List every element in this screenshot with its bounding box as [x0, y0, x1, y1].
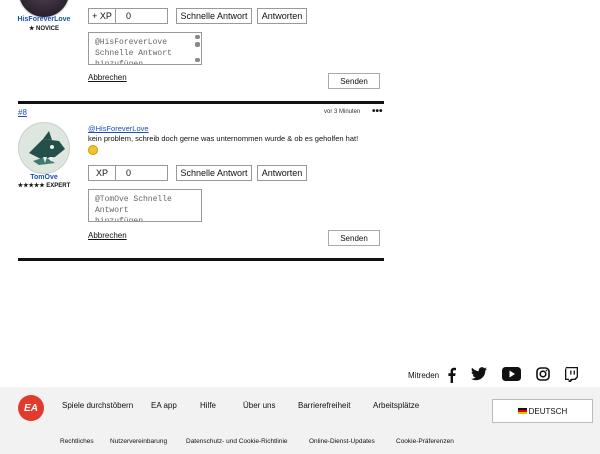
twitter-icon[interactable]	[471, 367, 487, 381]
footer-nav-ea-app[interactable]: EA app	[151, 401, 177, 410]
post-timestamp: vor 3 Minuten	[324, 109, 361, 115]
footer-nav-help[interactable]: Hilfe	[200, 401, 216, 410]
german-flag-icon	[517, 408, 527, 414]
xp-value[interactable]: 0	[116, 8, 168, 24]
facebook-icon[interactable]	[447, 367, 457, 383]
add-xp-button[interactable]: + XP	[88, 8, 116, 24]
xp-value[interactable]: 0	[116, 165, 168, 181]
more-options-icon[interactable]: •••	[372, 106, 383, 117]
cancel-link[interactable]: Abbrechen	[88, 231, 127, 240]
dragon-skull-icon	[29, 131, 65, 165]
post-author-rank: ★★★★★ EXPERT	[17, 183, 71, 189]
reply-button[interactable]: Antworten	[257, 8, 307, 24]
quick-reply-button[interactable]: Schnelle Antwort	[176, 8, 252, 24]
instagram-icon[interactable]	[536, 367, 550, 381]
post-body-text: kein problem, schreib doch gerne was unt…	[88, 134, 359, 143]
site-footer: EA Spiele durchstöbern EA app Hilfe Über…	[0, 387, 600, 454]
reply-textarea[interactable]: @HisForeverLove Schnelle Antwort hinzufü…	[88, 32, 202, 65]
send-button[interactable]: Senden	[328, 230, 380, 246]
youtube-icon[interactable]	[502, 367, 521, 381]
quick-reply-button[interactable]: Schnelle Antwort	[176, 165, 252, 181]
post-divider	[18, 258, 384, 261]
legal-link-online-updates[interactable]: Online-Dienst-Updates	[309, 438, 375, 445]
post-author-rank: ★ NOVICE	[28, 26, 60, 32]
language-selector[interactable]: DEUTSCH	[492, 399, 593, 423]
ea-logo[interactable]: EA	[18, 395, 44, 421]
legal-link-legal[interactable]: Rechtliches	[60, 438, 94, 445]
reply-placeholder: @TomOve Schnelle Antwort hinzufügen...	[95, 195, 172, 222]
reply-button[interactable]: Antworten	[257, 165, 307, 181]
post-number-link[interactable]: #8	[18, 108, 27, 117]
post-divider	[18, 101, 384, 104]
twitch-icon[interactable]	[565, 367, 578, 382]
cancel-link[interactable]: Abbrechen	[88, 73, 127, 82]
add-xp-button[interactable]: XP	[88, 165, 116, 181]
post-author-name[interactable]: TomOve	[14, 174, 74, 181]
send-button[interactable]: Senden	[328, 73, 380, 89]
avatar[interactable]	[18, 122, 70, 174]
social-bar: Mitreden	[408, 366, 445, 384]
reply-textarea[interactable]: @TomOve Schnelle Antwort hinzufügen...	[88, 189, 202, 222]
xp-stepper: + XP 0	[88, 8, 168, 24]
post-author-name[interactable]: HisForeverLove	[14, 16, 74, 23]
social-label: Mitreden	[408, 370, 440, 380]
scrollbar[interactable]	[195, 35, 200, 62]
language-label: DEUTSCH	[528, 406, 568, 416]
legal-link-user-agreement[interactable]: Nutzervereinbarung	[110, 438, 167, 445]
footer-nav-accessibility[interactable]: Barrierefreiheit	[298, 401, 350, 410]
legal-link-cookie-preferences[interactable]: Cookie-Präferenzen	[396, 438, 454, 445]
mention-link[interactable]: @HisForeverLove	[88, 124, 149, 133]
xp-stepper: XP 0	[88, 165, 168, 181]
footer-nav-careers[interactable]: Arbeitsplätze	[373, 401, 419, 410]
legal-link-privacy[interactable]: Datenschutz- und Cookie-Richtlinie	[186, 438, 288, 445]
smiley-emoji-icon	[88, 145, 98, 155]
footer-nav-about[interactable]: Über uns	[243, 401, 275, 410]
footer-nav-browse-games[interactable]: Spiele durchstöbern	[62, 401, 133, 410]
reply-placeholder: @HisForeverLove Schnelle Antwort hinzufü…	[95, 38, 172, 65]
